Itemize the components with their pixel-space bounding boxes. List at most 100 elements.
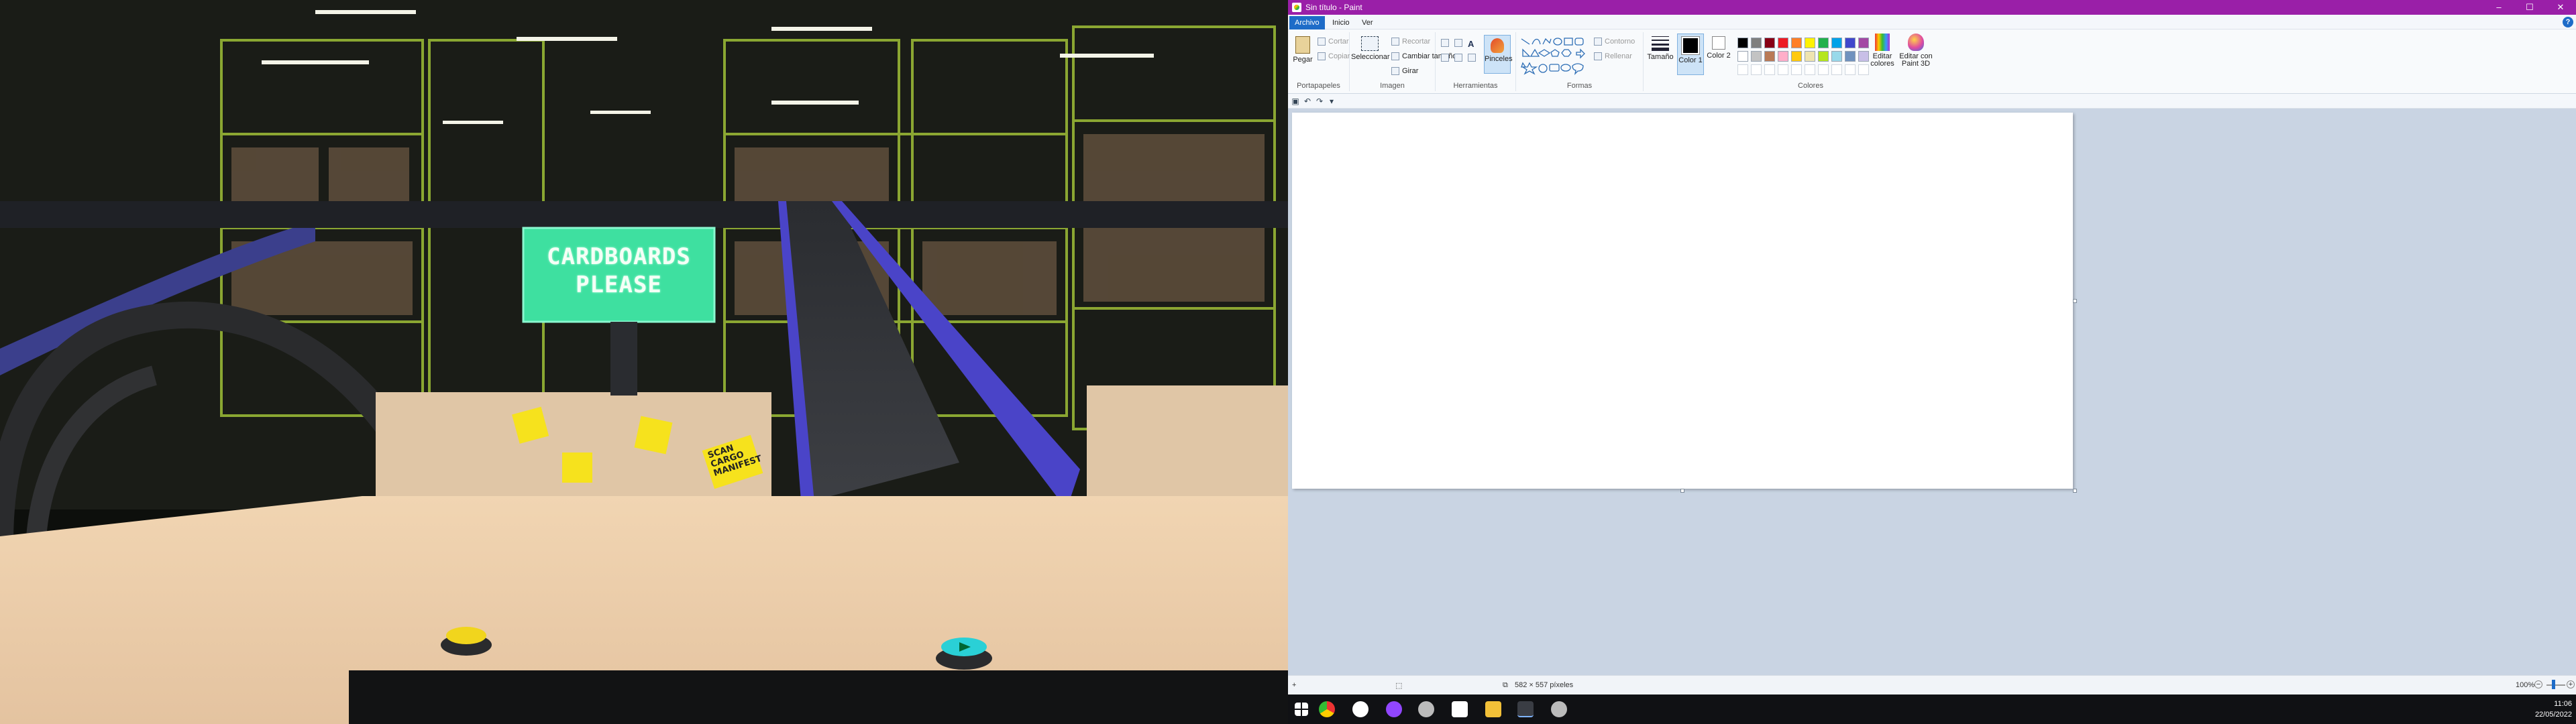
palette-swatch[interactable]: [1737, 38, 1748, 48]
save-icon[interactable]: ▣: [1291, 97, 1300, 106]
custom-color-slot[interactable]: [1845, 64, 1856, 75]
custom-color-slot[interactable]: [1858, 64, 1869, 75]
color2-swatch: [1712, 36, 1725, 50]
clipboard-icon: [1295, 36, 1310, 54]
game-viewport: CARDBOARDS PLEASE SCAN CARGO MANIFEST: [0, 0, 1288, 724]
palette-swatch[interactable]: [1805, 38, 1815, 48]
menu-bar: Archivo Inicio Ver ?: [1288, 15, 2576, 29]
custom-color-slot[interactable]: [1778, 64, 1788, 75]
close-button[interactable]: ✕: [2545, 0, 2576, 15]
oculus-icon[interactable]: [1452, 701, 1468, 717]
sign-text: CARDBOARDS PLEASE: [530, 243, 708, 299]
steam-vr-icon[interactable]: [1551, 701, 1567, 717]
text-icon[interactable]: A: [1468, 39, 1476, 49]
brush-icon: [1491, 38, 1504, 53]
magnifier-icon[interactable]: [1468, 54, 1476, 62]
palette-swatch[interactable]: [1778, 51, 1788, 62]
rotate-label: Girar: [1402, 67, 1419, 75]
help-icon[interactable]: ?: [2563, 17, 2573, 27]
custom-color-slot[interactable]: [1818, 64, 1829, 75]
twitch-icon[interactable]: [1386, 701, 1402, 717]
brushes-label: Pinceles: [1485, 55, 1513, 63]
palette-swatch[interactable]: [1778, 38, 1788, 48]
palette-swatch[interactable]: [1751, 38, 1762, 48]
redo-icon[interactable]: ↷: [1315, 97, 1324, 106]
start-icon[interactable]: [1295, 703, 1308, 716]
eraser-icon[interactable]: [1441, 54, 1449, 62]
custom-color-slot[interactable]: [1791, 64, 1802, 75]
paste-button[interactable]: Pegar: [1291, 36, 1315, 64]
fill-dropdown[interactable]: Rellenar: [1594, 52, 1632, 61]
pencil-icon[interactable]: [1441, 39, 1449, 47]
paint-taskbar-icon[interactable]: [1517, 701, 1534, 717]
chrome-icon[interactable]: [1319, 701, 1335, 717]
palette-swatch[interactable]: [1764, 51, 1775, 62]
copy-label: Copiar: [1328, 52, 1350, 60]
palette-swatch[interactable]: [1831, 51, 1842, 62]
rotate-button[interactable]: Girar: [1391, 67, 1419, 76]
edit-colors-button[interactable]: Editar colores: [1869, 34, 1896, 68]
custom-color-slot[interactable]: [1737, 64, 1748, 75]
zoom-level: 100%: [2516, 681, 2535, 689]
fill-bucket-icon: [1594, 52, 1602, 61]
tab-file[interactable]: Archivo: [1289, 16, 1325, 29]
settings-gear-icon[interactable]: [1418, 701, 1434, 717]
paint3d-icon: [1908, 34, 1924, 51]
palette-swatch[interactable]: [1751, 51, 1762, 62]
resize-handle-bottom[interactable]: [1680, 489, 1684, 493]
warehouse-scene: [0, 0, 1288, 724]
canvas-size-icon: ⧉: [1503, 681, 1508, 689]
file-explorer-icon[interactable]: [1485, 701, 1501, 717]
palette-swatch[interactable]: [1737, 51, 1748, 62]
zoom-slider-thumb[interactable]: [2552, 680, 2555, 689]
color-picker-icon[interactable]: [1454, 54, 1462, 62]
undo-icon[interactable]: ↶: [1303, 97, 1312, 106]
size-label: Tamaño: [1647, 53, 1674, 61]
brushes-button[interactable]: Pinceles: [1484, 35, 1513, 74]
cut-button[interactable]: Cortar: [1318, 38, 1349, 46]
cut-label: Cortar: [1328, 38, 1349, 46]
copy-icon: [1318, 52, 1326, 61]
shapes-gallery[interactable]: [1520, 36, 1590, 76]
outline-dropdown[interactable]: Contorno: [1594, 38, 1635, 46]
crop-button[interactable]: Recortar: [1391, 38, 1430, 46]
palette-swatch[interactable]: [1791, 38, 1802, 48]
scissors-icon: [1318, 38, 1326, 46]
unity-icon[interactable]: [1352, 701, 1368, 717]
tab-home[interactable]: Inicio: [1327, 16, 1355, 29]
tab-view[interactable]: Ver: [1356, 16, 1379, 29]
custom-color-slot[interactable]: [1751, 64, 1762, 75]
palette-swatch[interactable]: [1845, 51, 1856, 62]
custom-color-slot[interactable]: [1764, 64, 1775, 75]
drawing-canvas[interactable]: [1292, 113, 2073, 489]
zoom-out-icon[interactable]: −: [2534, 680, 2542, 688]
resize-handle-right[interactable]: [2073, 299, 2077, 303]
customize-qat-icon[interactable]: ▾: [1327, 97, 1336, 106]
copy-button[interactable]: Copiar: [1318, 52, 1350, 61]
color1-button[interactable]: Color 1: [1677, 34, 1704, 75]
zoom-in-icon[interactable]: +: [2567, 680, 2575, 688]
color2-button[interactable]: Color 2: [1707, 36, 1731, 60]
cyan-floor-button[interactable]: [936, 638, 992, 670]
palette-swatch[interactable]: [1858, 38, 1869, 48]
custom-color-slot[interactable]: [1805, 64, 1815, 75]
palette-swatch[interactable]: [1831, 38, 1842, 48]
select-button[interactable]: Seleccionar: [1351, 36, 1389, 61]
fill-icon[interactable]: [1454, 39, 1462, 47]
palette-swatch[interactable]: [1845, 38, 1856, 48]
palette-swatch[interactable]: [1858, 51, 1869, 62]
maximize-button[interactable]: ☐: [2514, 0, 2545, 15]
canvas-workspace: [1288, 109, 2576, 675]
palette-swatch[interactable]: [1818, 38, 1829, 48]
custom-color-slot[interactable]: [1831, 64, 1842, 75]
line-size-icon: [1652, 36, 1669, 51]
palette-swatch[interactable]: [1818, 51, 1829, 62]
palette-swatch[interactable]: [1791, 51, 1802, 62]
paint3d-button[interactable]: Editar con Paint 3D: [1898, 34, 1933, 68]
resize-handle-corner[interactable]: [2073, 489, 2077, 493]
minimize-button[interactable]: –: [2483, 0, 2514, 15]
zoom-slider[interactable]: [2546, 684, 2565, 686]
palette-swatch[interactable]: [1805, 51, 1815, 62]
size-button[interactable]: Tamaño: [1646, 36, 1674, 61]
palette-swatch[interactable]: [1764, 38, 1775, 48]
